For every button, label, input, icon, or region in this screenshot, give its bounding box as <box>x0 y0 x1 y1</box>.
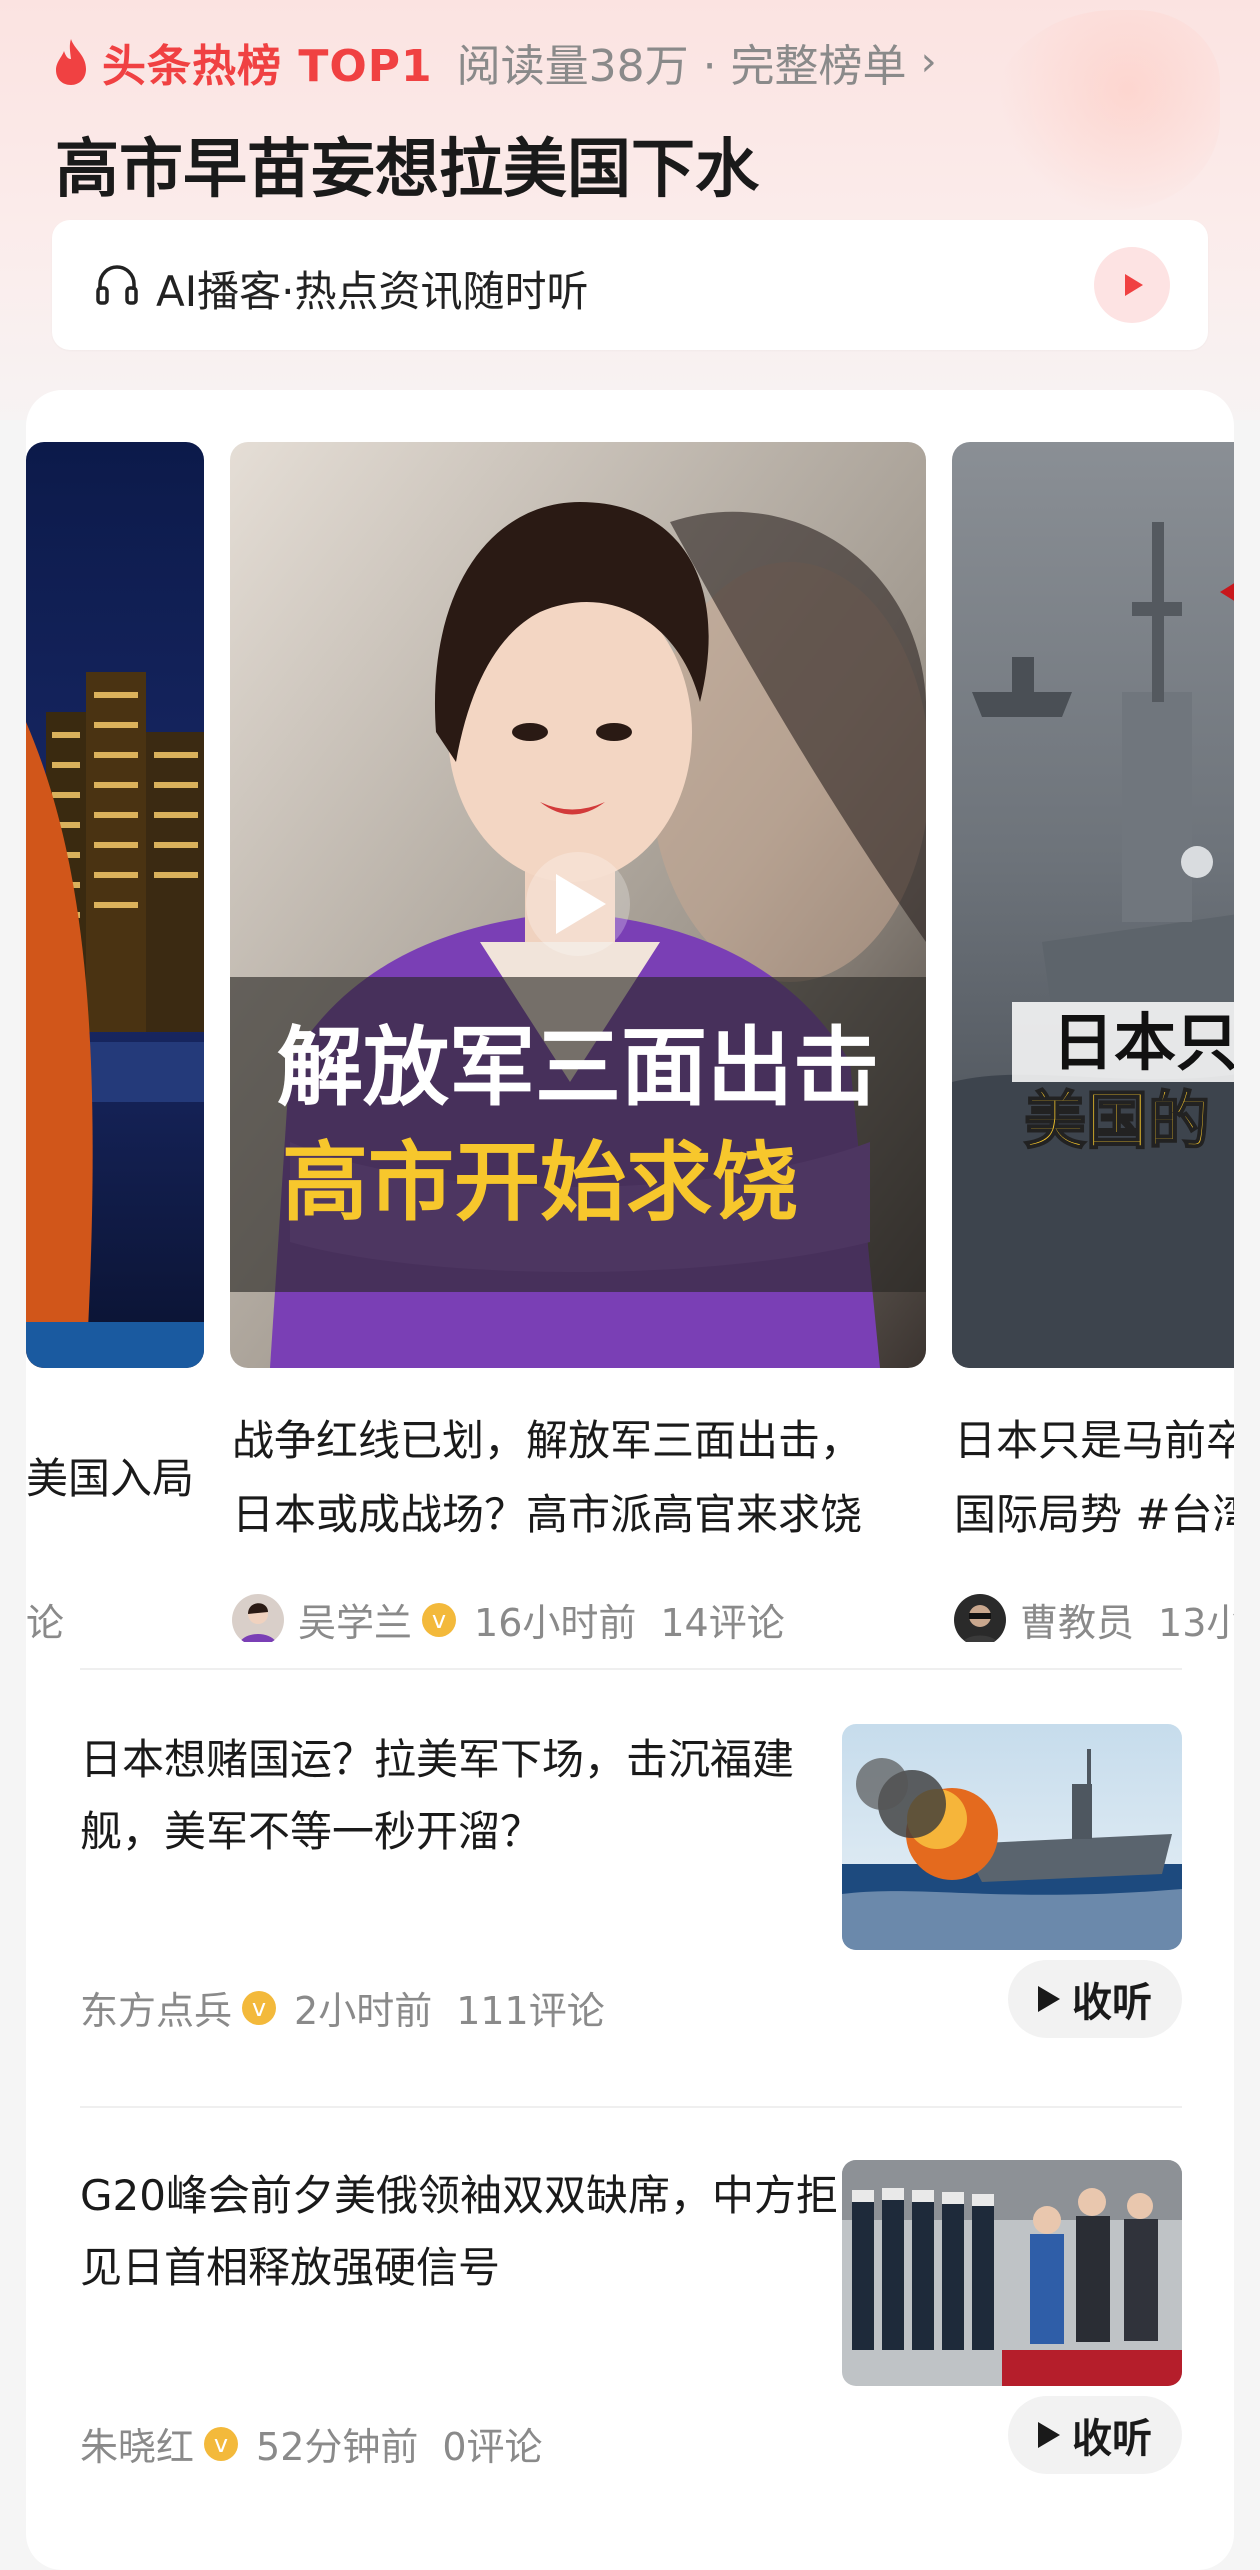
article-item[interactable]: 日本想赌国运？拉美军下场，击沉福建舰，美军不等一秒开溜？ 东方点兵 v 2小时前… <box>80 1724 1210 2054</box>
listen-button[interactable]: 收听 <box>1008 2396 1182 2474</box>
article-title[interactable]: 日本想赌国运？拉美军下场，击沉福建舰，美军不等一秒开溜？ <box>80 1724 840 1868</box>
listen-label: 收听 <box>1072 1980 1152 2026</box>
overlay-text-right-1: 日本只 <box>1052 1006 1234 1079</box>
verified-icon: v <box>204 2426 239 2461</box>
video-title-right-2[interactable]: 国际局势 #台湾 <box>954 1478 1234 1552</box>
overlay-text-line1: 解放军三面出击 <box>277 1018 879 1118</box>
author-name[interactable]: 吴学兰 <box>298 1592 412 1642</box>
post-time: 16小时前 <box>474 1601 637 1642</box>
comment-count: 14评论 <box>660 1601 785 1642</box>
verified-icon: v <box>422 1602 457 1637</box>
hot-list-bar[interactable]: 头条热榜 TOP1 阅读量38万 · 完整榜单 › <box>50 34 937 92</box>
podcast-play-button[interactable] <box>1094 247 1170 323</box>
article-meta: 东方点兵 v 2小时前 111评论 <box>80 1980 605 2035</box>
overlay-text-right-2: 美国的 <box>1024 1084 1210 1157</box>
video-meta-center: 吴学兰 v 16小时前 14评论 <box>232 1592 785 1642</box>
article-thumbnail[interactable] <box>842 1724 1182 1950</box>
hot-list-label: 头条热榜 TOP1 <box>102 41 433 92</box>
video-title-right-1[interactable]: 日本只是马前卒 <box>954 1404 1234 1478</box>
read-count-link[interactable]: 阅读量38万 · 完整榜单 <box>457 30 907 94</box>
play-icon <box>1125 274 1143 296</box>
video-thumbnail-right[interactable]: 日本只 美国的 <box>952 442 1234 1368</box>
divider <box>80 2106 1182 2108</box>
article-title[interactable]: G20峰会前夕美俄领袖双双缺席，中方拒见日首相释放强硬信号 <box>80 2160 840 2304</box>
article-item[interactable]: G20峰会前夕美俄领袖双双缺席，中方拒见日首相释放强硬信号 朱晓红 v 52分钟… <box>80 2160 1210 2490</box>
listen-label: 收听 <box>1072 2416 1152 2462</box>
page-title: 高市早苗妄想拉美国下水 <box>55 133 759 207</box>
post-time: 52分钟前 <box>256 2425 419 2469</box>
overlay-text-line2: 高市开始求饶 <box>282 1133 798 1233</box>
verified-icon: v <box>242 1990 277 2025</box>
author-name[interactable]: 东方点兵 <box>80 1980 232 2035</box>
headphones-icon <box>96 265 138 305</box>
comment-count: 111评论 <box>456 1989 605 2033</box>
video-meta-left: 论 <box>26 1601 65 1642</box>
play-icon <box>1038 1986 1060 2012</box>
avatar[interactable] <box>954 1593 1006 1642</box>
fire-icon <box>56 39 86 85</box>
video-title-center-2[interactable]: 日本或成战场？高市派高官来求饶 <box>232 1478 862 1552</box>
podcast-label: AI播客·热点资讯随时听 <box>156 267 589 316</box>
comment-count: 0评论 <box>442 2425 543 2469</box>
listen-button[interactable]: 收听 <box>1008 1960 1182 2038</box>
video-carousel[interactable]: 美国入局 论 解放军三面出击 高市开始求饶 战争红线已划，解放军三面出击， 日本… <box>26 442 1234 1642</box>
video-title-center-1[interactable]: 战争红线已划，解放军三面出击， <box>232 1404 862 1478</box>
avatar[interactable] <box>232 1593 284 1642</box>
chevron-right-icon: › <box>920 39 937 85</box>
author-name[interactable]: 朱晓红 <box>80 2416 194 2471</box>
author-name[interactable]: 曹教员 <box>1020 1592 1134 1642</box>
divider <box>80 1668 1182 1670</box>
article-thumbnail[interactable] <box>842 2160 1182 2386</box>
video-thumbnail-center[interactable]: 解放军三面出击 高市开始求饶 <box>230 442 926 1368</box>
post-time: 13小 <box>1158 1601 1234 1642</box>
flame-decoration <box>990 10 1220 210</box>
video-meta-right: 曹教员 13小 <box>954 1592 1234 1642</box>
video-title-left[interactable]: 美国入局 <box>26 1442 194 1516</box>
article-meta: 朱晓红 v 52分钟前 0评论 <box>80 2416 543 2471</box>
play-icon <box>1038 2422 1060 2448</box>
ai-podcast-bar[interactable]: AI播客·热点资讯随时听 <box>52 220 1208 350</box>
post-time: 2小时前 <box>294 1989 433 2033</box>
content-card: 美国入局 论 解放军三面出击 高市开始求饶 战争红线已划，解放军三面出击， 日本… <box>26 390 1234 2570</box>
video-thumbnail-left[interactable] <box>26 442 204 1368</box>
